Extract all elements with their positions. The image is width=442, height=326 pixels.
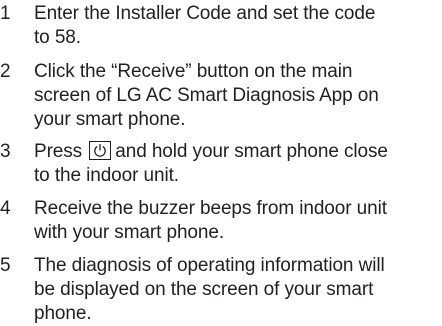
step-number: 4 — [0, 198, 11, 219]
step-number: 3 — [0, 141, 11, 162]
step-line: to 58. — [34, 27, 81, 48]
step-line: phone. — [34, 303, 92, 324]
step-line: be displayed on the screen of your smart — [34, 279, 374, 300]
power-icon — [89, 141, 112, 160]
step-line: with your smart phone. — [34, 222, 224, 243]
step-line: screen of LG AC Smart Diagnosis App on — [34, 85, 379, 106]
step-text-before-icon: Press — [34, 141, 83, 162]
step-text: Enter the Installer Code and set the cod… — [34, 2, 442, 50]
step-text: Click the “Receive” button on the main s… — [34, 60, 442, 132]
step-text: Press and hold your smart phone close to… — [34, 140, 442, 188]
step-text: Receive the buzzer beeps from indoor uni… — [34, 197, 442, 245]
step-line: Press and hold your smart phone close — [34, 140, 442, 164]
step-number: 2 — [0, 61, 11, 82]
step-line: to the indoor unit. — [34, 165, 179, 186]
step-line: your smart phone. — [34, 109, 186, 130]
step-line: Click the “Receive” button on the main — [34, 61, 353, 82]
step-text: The diagnosis of operating information w… — [34, 254, 442, 326]
step-line: Enter the Installer Code and set the cod… — [34, 3, 376, 24]
step-line: Receive the buzzer beeps from indoor uni… — [34, 198, 387, 219]
step-line: The diagnosis of operating information w… — [34, 255, 385, 276]
step-text-after-icon: and hold your smart phone close — [115, 141, 388, 162]
step-number: 5 — [0, 255, 11, 276]
step-number: 1 — [0, 3, 11, 24]
